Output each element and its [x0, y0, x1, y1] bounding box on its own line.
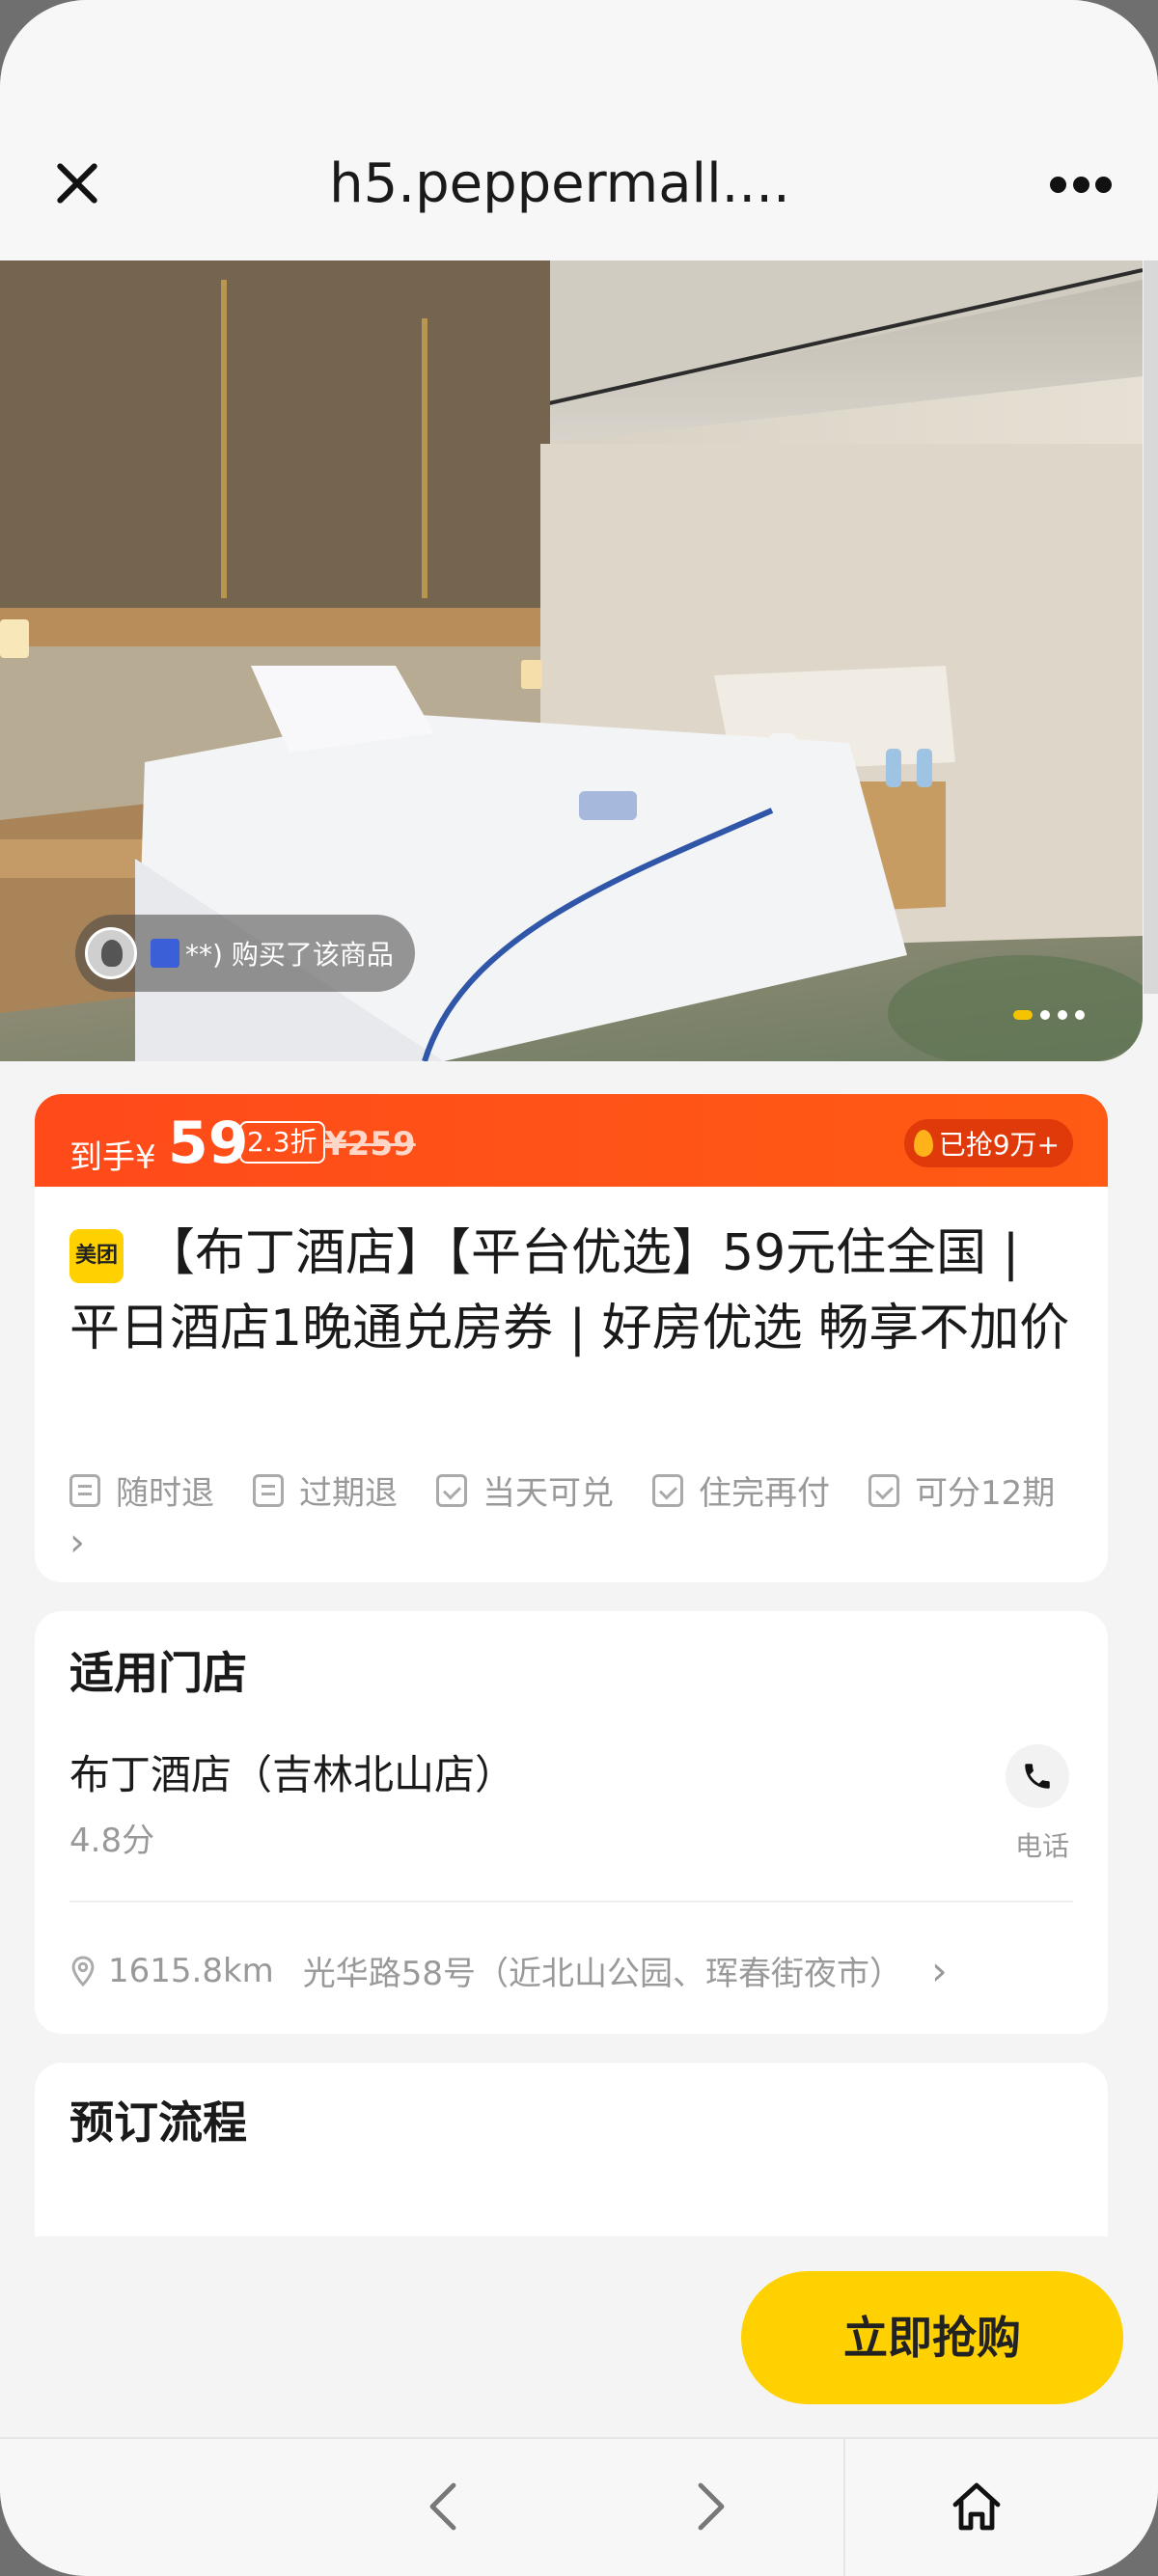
store-name[interactable]: 布丁酒店（吉林北山店）	[69, 1742, 515, 1801]
back-arrow-icon[interactable]	[425, 2481, 463, 2532]
tags-expand[interactable]: ›	[69, 1523, 85, 1562]
chevron-right-icon[interactable]: ›	[931, 1947, 948, 1994]
store-card: 适用门店 布丁酒店（吉林北山店） 4.8分 电话 1615.8km 光华路58号…	[35, 1611, 1108, 2034]
booking-section-title: 预订流程	[69, 2096, 247, 2149]
check-icon	[436, 1473, 467, 1507]
sold-count-text: 已抢9万+	[938, 1129, 1060, 1161]
forward-arrow-icon[interactable]	[691, 2481, 730, 2532]
tag-refund-expired: 过期退	[253, 1466, 398, 1514]
carousel-dot[interactable]	[1040, 1010, 1050, 1020]
chevron-right-icon[interactable]: ›	[69, 1523, 85, 1562]
page-scrollbar[interactable]	[1144, 260, 1158, 994]
tag-installment: 可分12期	[868, 1466, 1055, 1514]
buyer-avatar	[85, 927, 137, 979]
location-pin-icon	[71, 1956, 95, 1987]
carousel-dot[interactable]	[1075, 1010, 1085, 1020]
carousel-indicator[interactable]	[1013, 1010, 1085, 1020]
divider	[69, 1901, 1073, 1903]
carousel-dot-active[interactable]	[1013, 1010, 1033, 1020]
store-rating: 4.8分	[69, 1822, 155, 1860]
flame-icon	[913, 1130, 933, 1157]
list-icon	[69, 1473, 100, 1507]
product-title: 【布丁酒店】【平台优选】59元住全国 | 平日酒店1晚通兑房券 | 好房优选 畅…	[69, 1224, 1070, 1357]
store-address: 光华路58号（近北山公园、珲春街夜市）	[302, 1955, 903, 1993]
price-amount: 59	[168, 1110, 249, 1177]
recent-buyer-notice: **) 购买了该商品	[75, 915, 415, 992]
service-tags[interactable]: 随时退 过期退 当天可兑 住完再付 可分12期 ›	[69, 1466, 1092, 1562]
discount-badge: 2.3折	[239, 1121, 325, 1164]
phone-icon	[1025, 1764, 1050, 1789]
tag-refund-anytime: 随时退	[69, 1466, 214, 1514]
browser-bottom-nav	[0, 2437, 1158, 2576]
phone-call-button[interactable]	[1006, 1744, 1069, 1808]
store-section-title: 适用门店	[69, 1647, 247, 1699]
carousel-dot[interactable]	[1058, 1010, 1067, 1020]
product-info-card: 美团 【布丁酒店】【平台优选】59元住全国 | 平日酒店1晚通兑房券 | 好房优…	[35, 1187, 1108, 1582]
page-url-title: h5.peppermall....	[329, 152, 790, 215]
phone-screen: h5.peppermall.... **) 购买了该商品 到手¥ 59 2.3折…	[0, 0, 1158, 2576]
browser-header: h5.peppermall....	[0, 0, 1158, 260]
tag-pay-after-stay: 住完再付	[652, 1466, 830, 1514]
price-banner: 到手¥ 59 2.3折 ¥259 已抢9万+	[35, 1094, 1108, 1194]
check-icon	[652, 1473, 683, 1507]
home-icon[interactable]	[950, 2480, 1004, 2534]
close-icon[interactable]	[50, 156, 104, 210]
original-price: ¥259	[324, 1125, 416, 1164]
check-icon	[868, 1473, 899, 1507]
nav-separator	[843, 2439, 845, 2576]
price-prefix: 到手¥	[69, 1138, 156, 1177]
buyer-badge-icon	[151, 939, 179, 968]
store-distance: 1615.8km	[108, 1951, 274, 1990]
tag-same-day-redeem: 当天可兑	[436, 1466, 614, 1514]
more-dots-icon[interactable]	[1050, 170, 1112, 199]
phone-label: 电话	[1015, 1830, 1070, 1862]
buy-now-button[interactable]: 立即抢购	[741, 2271, 1123, 2404]
sold-count-badge: 已抢9万+	[903, 1119, 1073, 1167]
store-address-row[interactable]: 1615.8km 光华路58号（近北山公园、珲春街夜市） ›	[69, 1947, 948, 1994]
buyer-notice-text: **) 购买了该商品	[185, 939, 394, 971]
list-icon	[253, 1473, 284, 1507]
